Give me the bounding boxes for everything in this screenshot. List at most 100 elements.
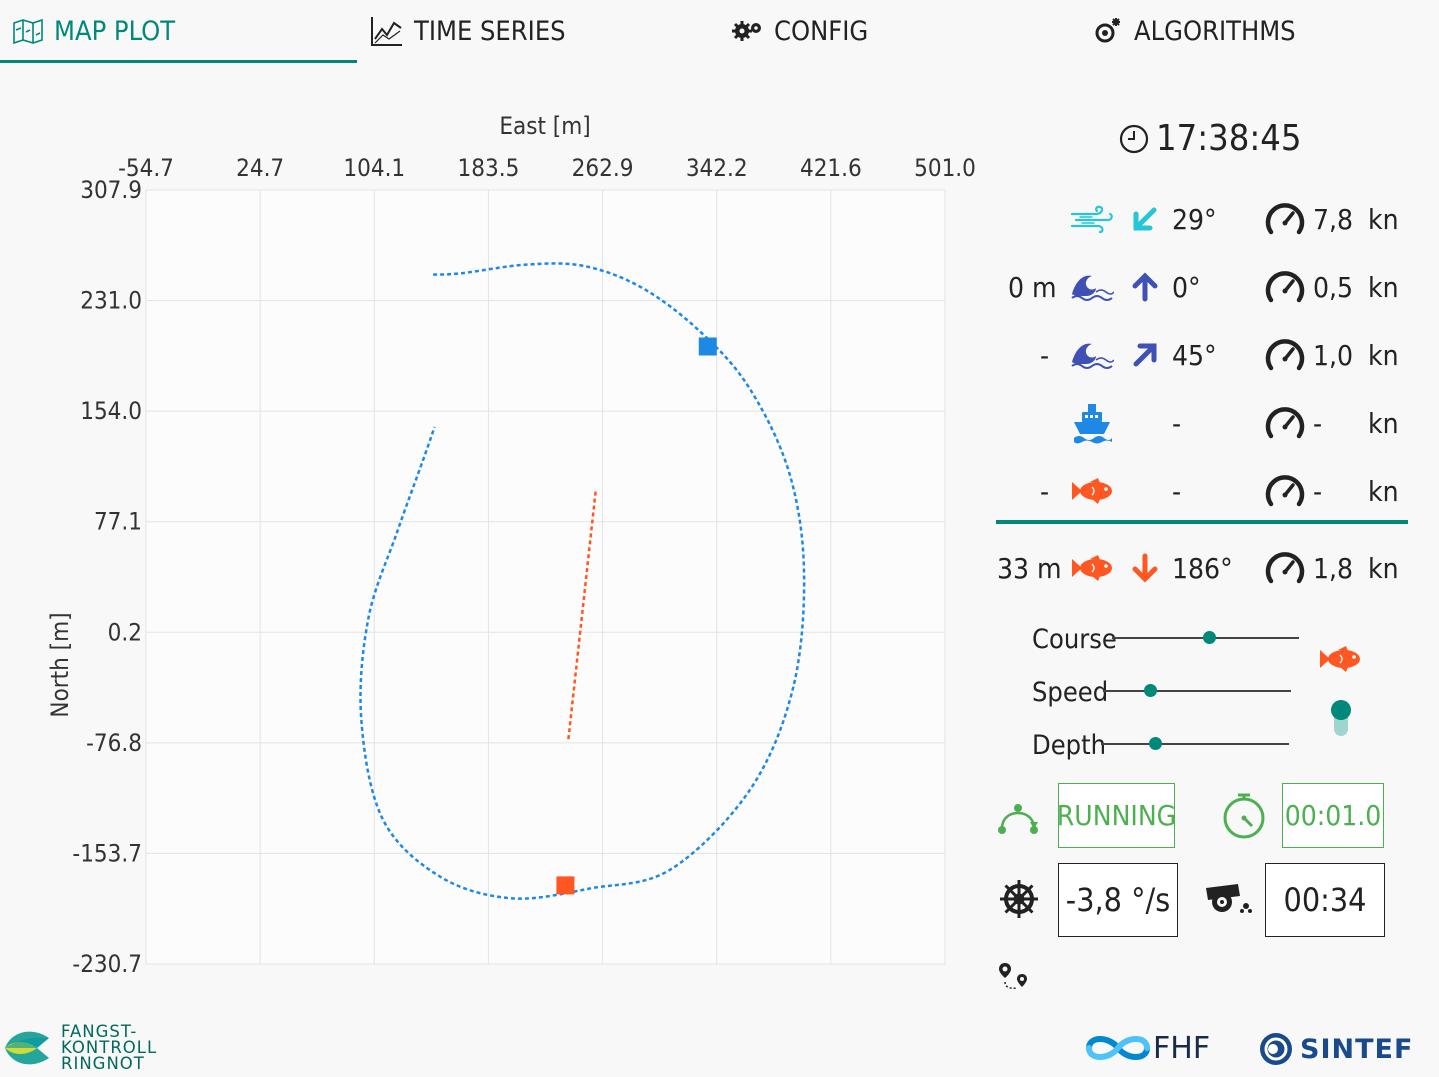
tab-config[interactable]: CONFIG bbox=[732, 0, 868, 62]
cannon-icon bbox=[1200, 880, 1254, 918]
fish-speed: - bbox=[1313, 474, 1323, 508]
rate-of-turn-display: -3,8 °/s bbox=[1058, 863, 1178, 937]
map-icon bbox=[12, 18, 44, 44]
depth-slider[interactable] bbox=[1101, 737, 1289, 750]
fish-direction: - bbox=[1172, 474, 1182, 508]
current-direction: 45° bbox=[1172, 338, 1217, 372]
slider-label-speed: Speed bbox=[1032, 677, 1109, 708]
gauge-icon bbox=[1264, 330, 1306, 380]
helm-icon bbox=[998, 878, 1040, 924]
tab-label: CONFIG bbox=[774, 15, 869, 47]
cog-spark-icon bbox=[1092, 16, 1124, 46]
vessel-unit: kn bbox=[1368, 406, 1399, 440]
fish-unit: kn bbox=[1368, 474, 1399, 508]
y-tick-label: 77.1 bbox=[94, 508, 142, 536]
fangst-kontroll-logo: FANGST- KONTROLL RINGNOT bbox=[3, 1022, 157, 1074]
current-speed: 1,0 bbox=[1313, 338, 1354, 372]
slider-label-depth: Depth bbox=[1032, 730, 1106, 761]
arrow-up-icon bbox=[1130, 262, 1160, 312]
arrow-up-right-icon bbox=[1130, 330, 1160, 380]
fish-icon bbox=[1070, 543, 1114, 593]
speed-slider[interactable] bbox=[1103, 684, 1291, 697]
tab-label: MAP PLOT bbox=[54, 15, 176, 47]
clock-icon bbox=[1118, 123, 1150, 155]
clock: 17:38:45 bbox=[1118, 118, 1301, 159]
x-tick-label: 24.7 bbox=[236, 154, 284, 182]
gears-icon bbox=[732, 19, 764, 43]
fhf-logo: FHF bbox=[1085, 1030, 1210, 1066]
route-pins-icon[interactable] bbox=[998, 962, 1030, 996]
fish-unit: kn bbox=[1368, 551, 1399, 585]
tab-label: ALGORITHMS bbox=[1134, 15, 1296, 47]
current-icon bbox=[1070, 330, 1114, 380]
y-tick-label: 0.2 bbox=[108, 618, 142, 646]
gauge-icon bbox=[1264, 398, 1306, 448]
fish-position-marker[interactable] bbox=[556, 876, 575, 895]
current-row-1: 0 m 0° 0,5 kn bbox=[990, 262, 1410, 312]
ship-icon bbox=[1072, 398, 1112, 448]
mode-toggle[interactable] bbox=[1331, 700, 1351, 736]
wind-unit: kn bbox=[1368, 202, 1399, 236]
tab-label: TIME SERIES bbox=[414, 15, 566, 47]
vessel-row: - - kn bbox=[990, 398, 1410, 448]
clock-time: 17:38:45 bbox=[1156, 118, 1302, 159]
tab-map-plot[interactable]: MAP PLOT bbox=[12, 0, 175, 62]
course-slider-thumb[interactable] bbox=[1202, 631, 1216, 644]
fhf-emblem bbox=[1086, 1036, 1150, 1060]
tab-algorithms[interactable]: ALGORITHMS bbox=[1092, 0, 1296, 62]
mode-toggle-knob[interactable] bbox=[1331, 700, 1351, 720]
gauge-icon bbox=[1264, 466, 1306, 516]
x-tick-label: 421.6 bbox=[800, 154, 862, 182]
fish-icon bbox=[1070, 466, 1114, 516]
current-depth: 0 m bbox=[1008, 270, 1057, 304]
depth-slider-thumb[interactable] bbox=[1149, 737, 1163, 750]
x-tick-label: 262.9 bbox=[572, 154, 634, 182]
current-speed: 0,5 bbox=[1313, 270, 1354, 304]
vessel-position-marker[interactable] bbox=[698, 337, 717, 356]
gauge-icon bbox=[1264, 543, 1306, 593]
active-tab-indicator bbox=[0, 60, 357, 63]
sintef-text: SINTEF bbox=[1300, 1033, 1414, 1065]
y-tick-label: 231.0 bbox=[80, 287, 142, 315]
path-icon bbox=[996, 796, 1042, 840]
tab-time-series[interactable]: TIME SERIES bbox=[370, 0, 566, 62]
speed-slider-thumb[interactable] bbox=[1143, 684, 1157, 697]
chart-line-icon bbox=[370, 15, 404, 47]
fangst-kontroll-emblem bbox=[5, 1031, 49, 1065]
countdown-display: 00:34 bbox=[1265, 863, 1385, 937]
wind-icon bbox=[1070, 194, 1114, 244]
plot-grid bbox=[145, 189, 946, 965]
wind-direction: 29° bbox=[1172, 202, 1217, 236]
wind-row: 29° 7,8 kn bbox=[990, 194, 1410, 244]
elapsed-timer: 00:01.0 bbox=[1282, 783, 1384, 848]
y-tick-labels: 307.9 231.0 154.0 77.1 0.2 -76.8 -153.7 -230.7 bbox=[72, 176, 142, 978]
x-tick-label: 183.5 bbox=[458, 154, 520, 182]
fish-row-target: - - - kn bbox=[990, 466, 1410, 516]
arrow-down-left-icon bbox=[1130, 194, 1160, 244]
x-tick-label: 342.2 bbox=[686, 154, 748, 182]
fish-depth: - bbox=[1040, 474, 1050, 508]
current-unit: kn bbox=[1368, 338, 1399, 372]
slider-label-course: Course bbox=[1032, 624, 1117, 655]
y-tick-label: 154.0 bbox=[80, 397, 142, 425]
map-plot[interactable]: East [m] North [m] -54.7 24.7 104.1 183.5 26… bbox=[0, 90, 980, 990]
gauge-icon bbox=[1264, 194, 1306, 244]
vessel-speed: - bbox=[1313, 406, 1323, 440]
x-tick-label: 501.0 bbox=[914, 154, 976, 182]
current-icon bbox=[1070, 262, 1114, 312]
x-axis-title: East [m] bbox=[499, 112, 590, 140]
plot-area bbox=[145, 189, 946, 965]
fish-icon bbox=[1318, 646, 1362, 676]
arrow-down-icon bbox=[1130, 543, 1160, 593]
y-tick-label: -153.7 bbox=[72, 839, 142, 867]
fhf-text: FHF bbox=[1153, 1030, 1211, 1066]
wind-speed: 7,8 bbox=[1313, 202, 1354, 236]
y-tick-label: -230.7 bbox=[72, 950, 142, 978]
course-slider[interactable] bbox=[1112, 631, 1299, 644]
y-tick-label: -76.8 bbox=[86, 729, 142, 757]
fish-row-measured: 33 m 186° 1,8 kn bbox=[990, 543, 1410, 593]
current-row-2: - 45° 1,0 kn bbox=[990, 330, 1410, 380]
gauge-icon bbox=[1264, 262, 1306, 312]
logo-line: RINGNOT bbox=[61, 1054, 145, 1073]
x-tick-label: 104.1 bbox=[343, 154, 405, 182]
